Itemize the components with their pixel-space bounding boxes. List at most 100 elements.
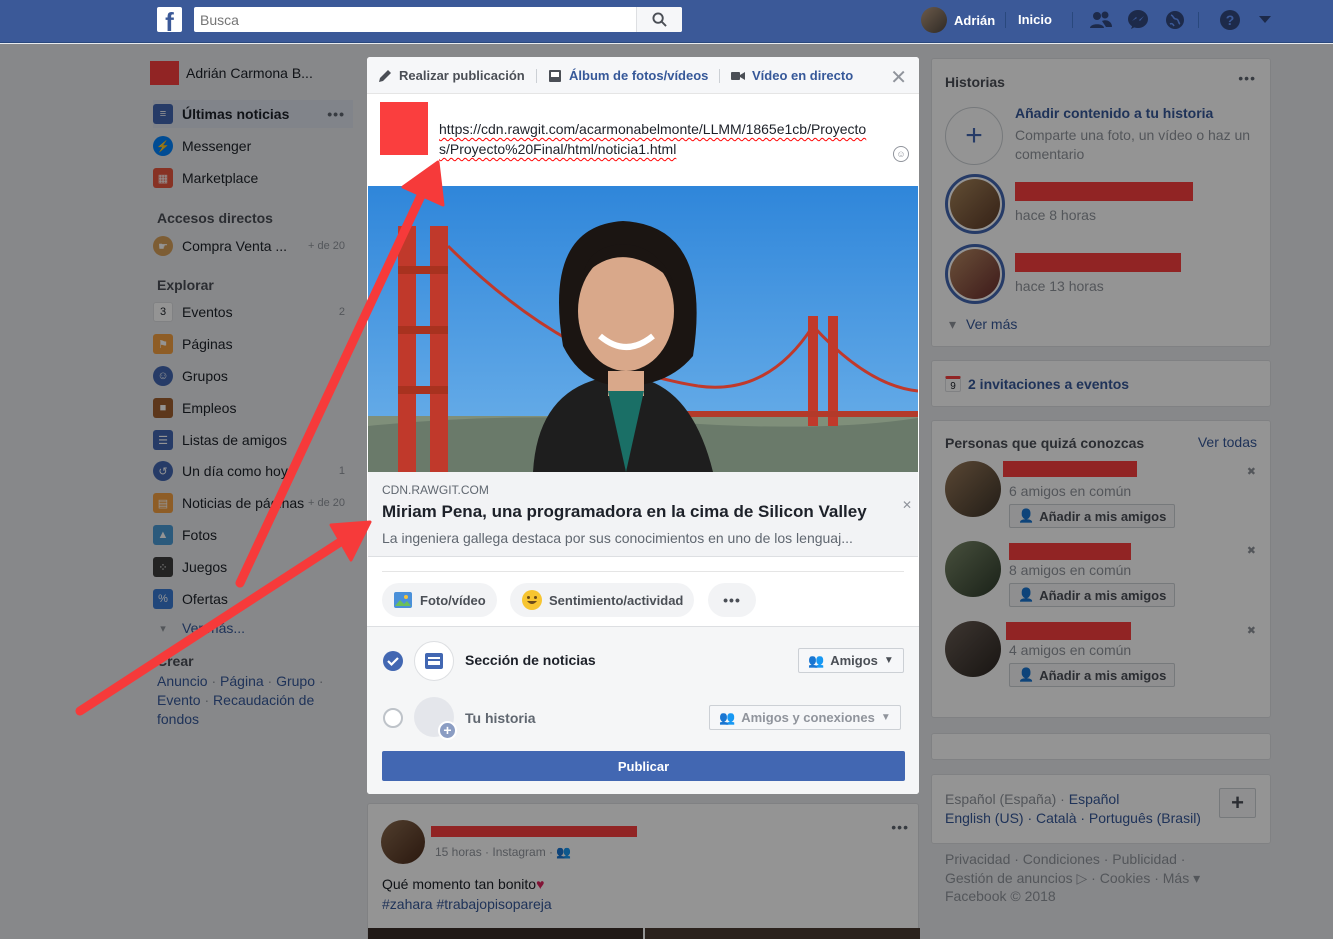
more-options-icon[interactable]: ••• (891, 819, 909, 835)
add-friend-button[interactable]: 👤 Añadir a mis amigos (1009, 663, 1176, 687)
messenger-icon[interactable] (1126, 8, 1150, 32)
divider (536, 69, 537, 83)
see-more-link[interactable]: ▾ Ver más... (153, 614, 353, 642)
marketplace-icon: ▦ (153, 168, 173, 188)
avatar[interactable] (945, 541, 1001, 597)
link-preview-image[interactable] (368, 186, 918, 472)
sidebar-item-news-feed[interactable]: ≡ Últimas noticias ••• (153, 100, 353, 128)
add-story-title[interactable]: Añadir contenido a tu historia (1015, 105, 1265, 121)
sidebar-item-events[interactable]: 3 Eventos 2 (153, 298, 353, 326)
sidebar-item-groups[interactable]: ☺ Grupos (153, 362, 353, 390)
sidebar-item-photos[interactable]: ▲ Fotos (153, 521, 353, 549)
tab-create-post[interactable]: Realizar publicación (378, 68, 525, 83)
more-options-icon[interactable]: ••• (327, 106, 345, 122)
post-meta-text: 15 horas · Instagram · (435, 845, 554, 859)
story-checkbox[interactable] (383, 708, 403, 728)
add-friend-button[interactable]: 👤 Añadir a mis amigos (1009, 583, 1176, 607)
sidebar-item-jobs[interactable]: ■ Empleos (153, 394, 353, 422)
stories-see-more[interactable]: ▾ Ver más (949, 316, 1017, 333)
story-avatar[interactable] (945, 174, 1005, 234)
sidebar-item-offers[interactable]: % Ofertas (153, 585, 353, 613)
tab-live-video[interactable]: Vídeo en directo (731, 68, 853, 83)
search-input[interactable] (194, 7, 634, 32)
friend-requests-icon[interactable] (1089, 8, 1113, 32)
chevron-down-icon: ▾ (160, 622, 166, 635)
item-count: + de 20 (307, 497, 345, 509)
add-language-button[interactable]: + (1219, 788, 1256, 818)
footer-links[interactable]: Privacidad · Condiciones · Publicidad · … (945, 850, 1225, 888)
more-actions-button[interactable]: ••• (708, 583, 756, 617)
story-avatar[interactable] (945, 244, 1005, 304)
avatar[interactable] (945, 461, 1001, 517)
remove-preview-icon[interactable]: ✕ (902, 498, 912, 512)
sidebar-item-friend-lists[interactable]: ☰ Listas de amigos (153, 426, 353, 454)
add-friend-button[interactable]: 👤 Añadir a mis amigos (1009, 504, 1176, 528)
see-all-link[interactable]: Ver todas (1198, 434, 1257, 450)
language-link[interactable]: Español (1069, 791, 1120, 807)
divider (719, 69, 720, 83)
profile-link[interactable]: Adrián (921, 7, 995, 33)
create-event-link[interactable]: Evento (157, 692, 201, 708)
search-icon (652, 12, 667, 27)
friends-icon: 👥 (719, 709, 736, 725)
games-icon: ⁘ (153, 557, 173, 577)
create-ad-link[interactable]: Anuncio (157, 673, 208, 689)
flag-icon: ⚑ (153, 334, 173, 354)
sidebar-item-label: Fotos (182, 527, 218, 543)
tab-photo-album[interactable]: Álbum de fotos/vídeos (548, 68, 708, 83)
post-photo[interactable] (368, 928, 643, 939)
create-page-link[interactable]: Página (220, 673, 264, 689)
sidebar-item-games[interactable]: ⁘ Juegos (153, 553, 353, 581)
sidebar-item-messenger[interactable]: ⚡ Messenger (153, 132, 353, 160)
search-button[interactable] (636, 7, 682, 32)
sidebar-item-memories[interactable]: ↺ Un día como hoy 1 (153, 457, 353, 485)
link-title[interactable]: Miriam Pena, una programadora en la cima… (382, 502, 867, 522)
pages-feed-icon: ▤ (153, 493, 173, 513)
dismiss-icon[interactable]: ✖ (1247, 465, 1256, 478)
post-text-input[interactable]: https://cdn.rawgit.com/acarmonabelmonte/… (439, 119, 873, 159)
close-icon[interactable]: ✕ (890, 65, 907, 90)
feeling-activity-button[interactable]: Sentimiento/actividad (510, 583, 695, 617)
briefcase-icon: ■ (153, 398, 173, 418)
account-menu-chevron-icon[interactable] (1253, 8, 1277, 32)
photos-icon: ▲ (153, 525, 173, 545)
post-photo[interactable] (645, 928, 920, 939)
photo-video-button[interactable]: Foto/vídeo (382, 583, 497, 617)
emoji-icon[interactable]: ☺ (893, 146, 909, 162)
friends-icon: 👥 (808, 652, 825, 668)
dismiss-icon[interactable]: ✖ (1247, 624, 1256, 637)
copyright: Facebook © 2018 (945, 888, 1056, 904)
search-box[interactable] (194, 7, 682, 32)
sidebar-item-label: Noticias de páginas (182, 495, 305, 511)
avatar[interactable] (381, 820, 425, 864)
help-icon[interactable]: ? (1218, 8, 1242, 32)
facebook-logo[interactable]: f (157, 7, 182, 32)
friend-list-icon: ☰ (153, 430, 173, 450)
story-audience-select[interactable]: 👥 Amigos y conexiones ▼ (709, 705, 901, 730)
sidebar-profile[interactable]: Adrián Carmona B... (150, 61, 313, 85)
mutual-friends: 8 amigos en común (1009, 562, 1132, 578)
sidebar-item-pages-feed[interactable]: ▤ Noticias de páginas + de 20 (153, 489, 353, 517)
link-preview[interactable]: CDN.RAWGIT.COM Miriam Pena, una programa… (368, 472, 918, 557)
sidebar-item-label: Un día como hoy (182, 463, 288, 479)
language-link[interactable]: English (US) · Català · Português (Brasi… (945, 810, 1201, 826)
item-count: 2 (338, 306, 345, 318)
home-link[interactable]: Inicio (1018, 12, 1052, 27)
add-story-button[interactable]: + (945, 107, 1003, 165)
dismiss-icon[interactable]: ✖ (1247, 544, 1256, 557)
sidebar-item-marketplace[interactable]: ▦ Marketplace (153, 164, 353, 192)
publish-button[interactable]: Publicar (382, 751, 905, 781)
sidebar-item-label: Listas de amigos (182, 432, 288, 448)
notifications-globe-icon[interactable] (1163, 8, 1187, 32)
more-options-icon[interactable]: ••• (1238, 70, 1256, 86)
events-invites-panel[interactable]: 9 2 invitaciones a eventos (931, 360, 1271, 407)
news-feed-checkbox[interactable] (383, 651, 403, 671)
sidebar-item-shortcut[interactable]: ☛ Compra Venta ... + de 20 (153, 232, 353, 260)
sidebar-item-pages[interactable]: ⚑ Páginas (153, 330, 353, 358)
create-group-link[interactable]: Grupo (276, 673, 315, 689)
post-hashtags[interactable]: #zahara #trabajopisopareja (382, 896, 552, 912)
event-invites-link[interactable]: 2 invitaciones a eventos (968, 376, 1129, 392)
sidebar-item-label: Páginas (182, 336, 233, 352)
avatar[interactable] (945, 621, 1001, 677)
news-feed-audience-select[interactable]: 👥 Amigos ▼ (798, 648, 904, 673)
